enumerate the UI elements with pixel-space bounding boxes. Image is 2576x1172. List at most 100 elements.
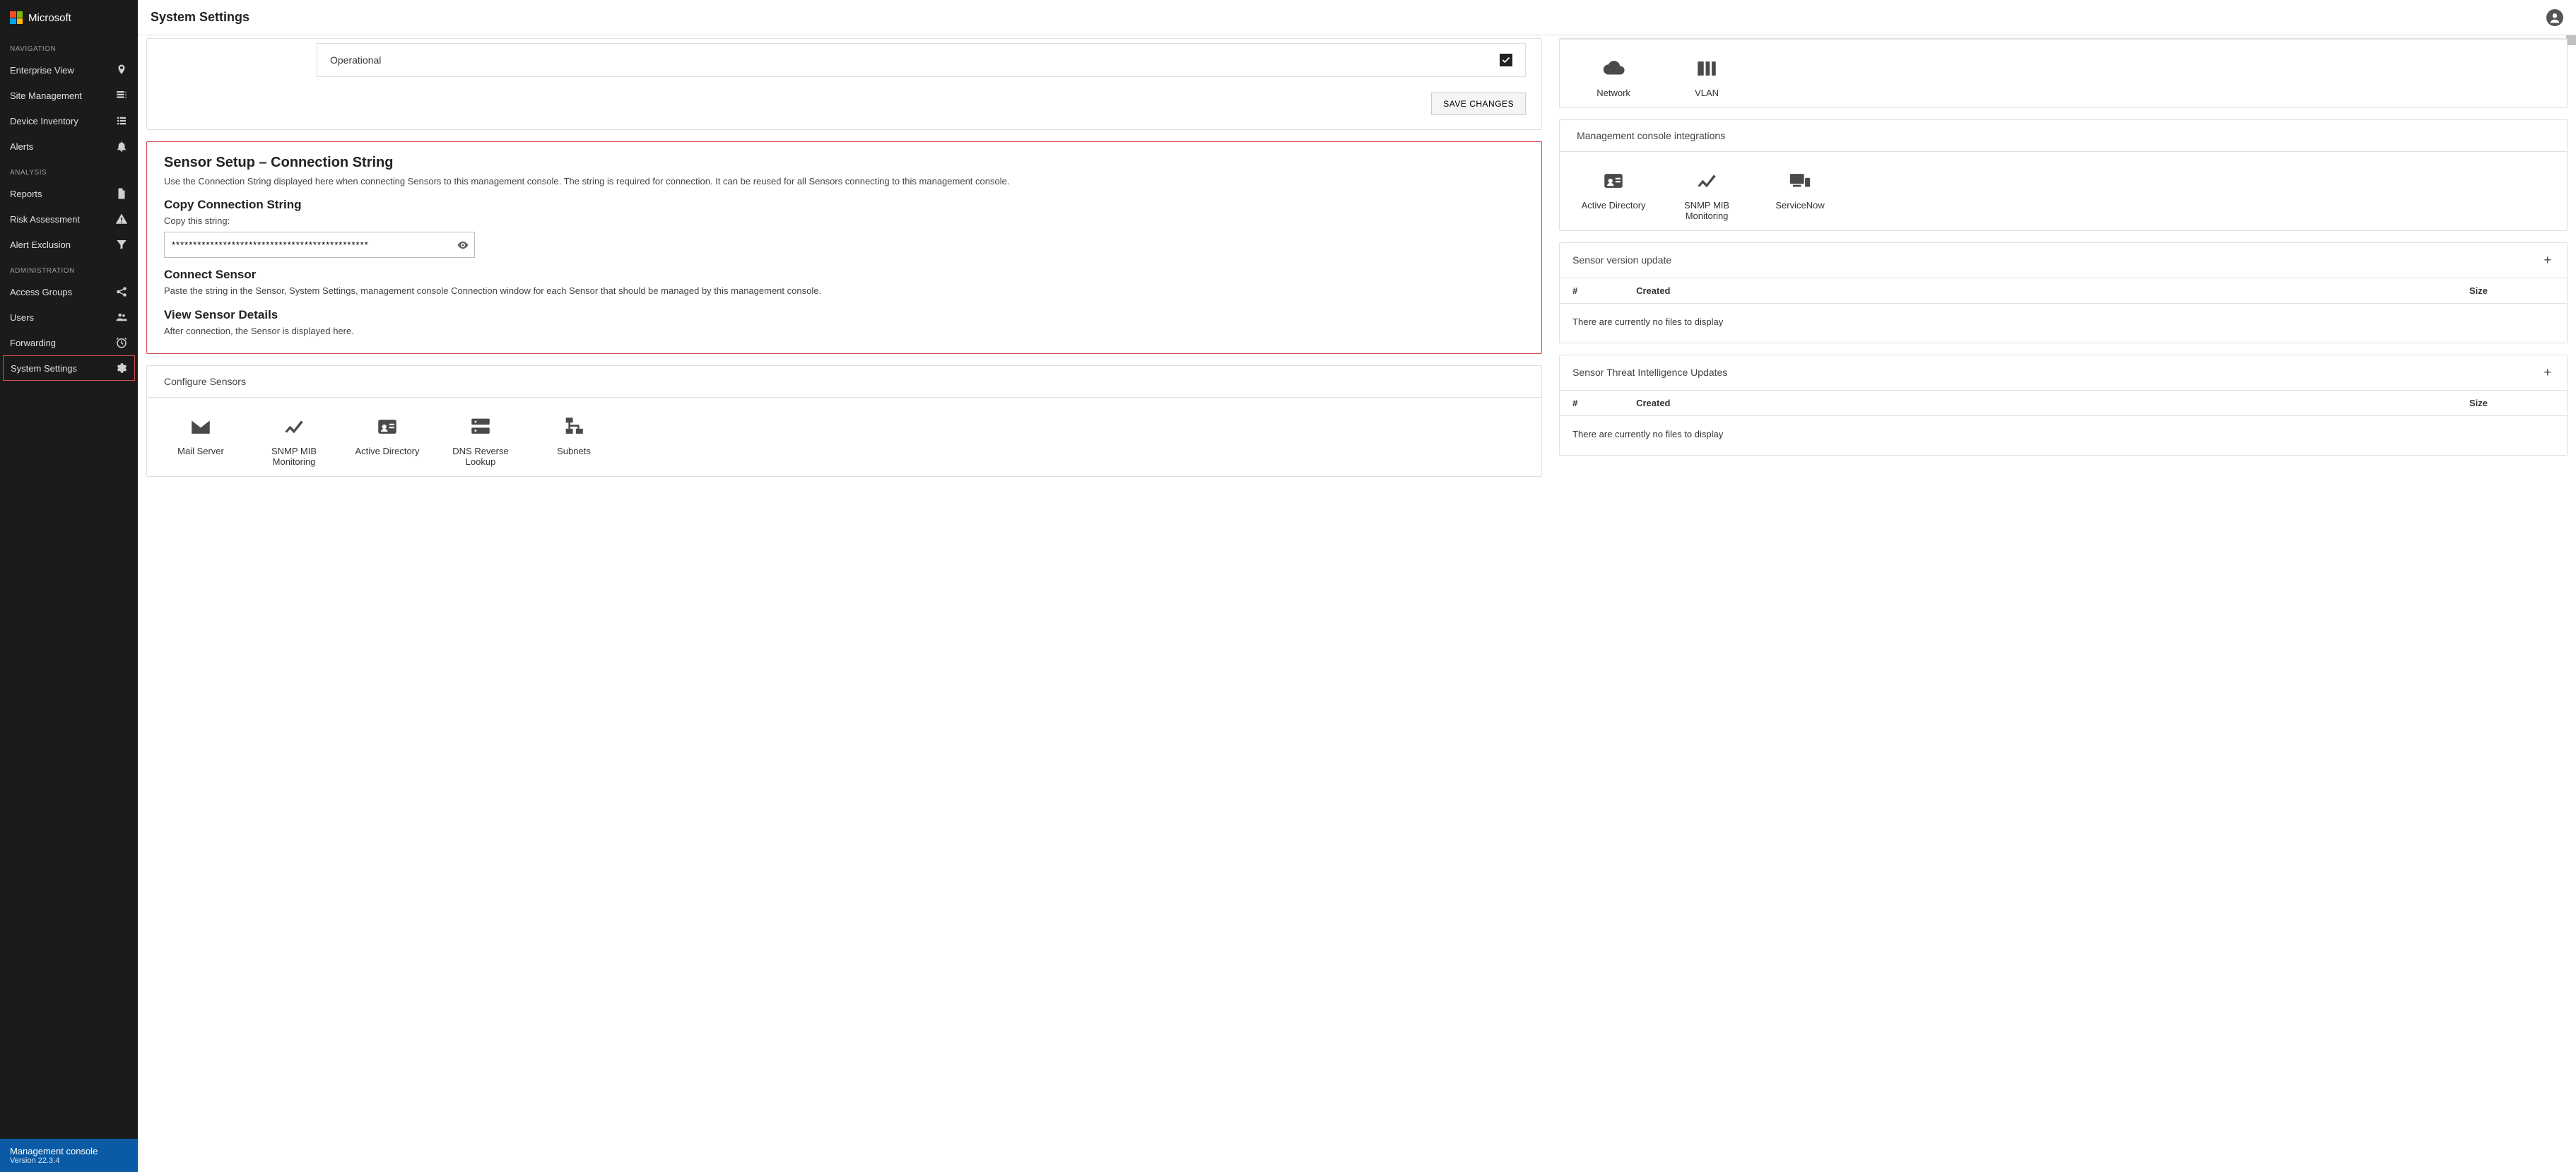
tile-subnets[interactable]: Subnets (527, 410, 621, 472)
mail-icon (185, 415, 216, 439)
eye-icon (457, 239, 469, 251)
add-threat-update-button[interactable]: + (2541, 365, 2554, 380)
tile-label: Active Directory (1582, 200, 1646, 211)
operational-checkbox[interactable] (1500, 54, 1512, 66)
sidebar-item-device-inventory[interactable]: Device Inventory (0, 108, 138, 134)
tile-vlan[interactable]: VLAN (1660, 52, 1753, 103)
scrollbar-thumb[interactable] (2566, 35, 2576, 45)
nav-label: Risk Assessment (10, 214, 80, 225)
panel-title: Sensor version update (1572, 254, 1671, 266)
sidebar-item-reports[interactable]: Reports (0, 181, 138, 206)
sidebar-item-site-management[interactable]: Site Management (0, 83, 138, 108)
card-sensor-version-update: Sensor version update + # Created Size T… (1559, 242, 2568, 343)
tile-dns-reverse-lookup[interactable]: DNS Reverse Lookup (434, 410, 527, 472)
sidebar-item-alerts[interactable]: Alerts (0, 134, 138, 159)
sensor-setup-title: Sensor Setup – Connection String (164, 155, 1524, 171)
table-header: # Created Size (1560, 278, 2567, 304)
sidebar-footer: Management console Version 22.3.4 (0, 1139, 138, 1172)
empty-message: There are currently no files to display (1560, 304, 2567, 343)
user-avatar[interactable] (2546, 9, 2563, 26)
footer-title: Management console (10, 1146, 128, 1156)
tile-mail-server[interactable]: Mail Server (154, 410, 247, 472)
sidebar-item-forwarding[interactable]: Forwarding (0, 330, 138, 355)
view-heading: View Sensor Details (164, 308, 1524, 322)
col-num: # (1572, 285, 1636, 296)
main: System Settings Operational (138, 0, 2576, 1172)
nav-label: Device Inventory (10, 116, 78, 126)
copy-heading: Copy Connection String (164, 198, 1524, 212)
check-icon (1501, 55, 1511, 65)
card-configure-sensors: Configure Sensors Mail Server SNMP MIB M… (146, 365, 1542, 477)
sidebar-item-risk-assessment[interactable]: Risk Assessment (0, 206, 138, 232)
filter-icon (115, 238, 128, 251)
col-created: Created (1636, 398, 2469, 408)
save-changes-button[interactable]: SAVE CHANGES (1431, 93, 1526, 115)
card-integrations: Management console integrations Active D… (1559, 119, 2568, 231)
page-title: System Settings (151, 10, 249, 25)
sidebar-item-access-groups[interactable]: Access Groups (0, 279, 138, 304)
nav-section-analysis: ANALYSIS (0, 159, 138, 181)
cloud-icon (1598, 57, 1629, 81)
gear-icon (114, 362, 127, 374)
copy-label: Copy this string: (164, 215, 1524, 227)
chart-icon (1691, 169, 1722, 193)
card-right-top: Network VLAN (1559, 38, 2568, 108)
empty-message: There are currently no files to display (1560, 416, 2567, 455)
tile-snmp-monitoring[interactable]: SNMP MIB Monitoring (247, 410, 341, 472)
clock-icon (115, 336, 128, 349)
view-text: After connection, the Sensor is displaye… (164, 325, 1524, 338)
tile-integ-active-directory[interactable]: Active Directory (1567, 165, 1660, 226)
card-threat-intel-updates: Sensor Threat Intelligence Updates + # C… (1559, 355, 2568, 456)
share-icon (115, 285, 128, 298)
col-num: # (1572, 398, 1636, 408)
footer-version: Version 22.3.4 (10, 1156, 128, 1165)
connect-text: Paste the string in the Sensor, System S… (164, 285, 1524, 297)
tile-network[interactable]: Network (1567, 52, 1660, 103)
nav-label: Site Management (10, 90, 82, 101)
nav-section-administration: ADMINISTRATION (0, 257, 138, 279)
col-size: Size (2469, 398, 2554, 408)
configure-sensors-title: Configure Sensors (147, 366, 1541, 397)
warning-icon (115, 213, 128, 225)
nav-label: Reports (10, 189, 42, 199)
content: Operational SAVE CHANGES Sensor Setup – … (138, 35, 2576, 1172)
nav-label: System Settings (11, 363, 77, 374)
tile-label: Network (1596, 88, 1630, 99)
tile-label: Subnets (557, 446, 591, 457)
nav-section-navigation: NAVIGATION (0, 35, 138, 57)
bell-icon (115, 140, 128, 153)
card-top-partial: Operational SAVE CHANGES (146, 38, 1542, 130)
tile-active-directory[interactable]: Active Directory (341, 410, 434, 472)
reveal-button[interactable] (457, 239, 469, 251)
tile-label: SNMP MIB Monitoring (250, 446, 338, 468)
sidebar-item-users[interactable]: Users (0, 304, 138, 330)
nav-label: Alerts (10, 141, 33, 152)
connection-string-input[interactable] (164, 232, 475, 258)
sidebar-item-alert-exclusion[interactable]: Alert Exclusion (0, 232, 138, 257)
chart-icon (278, 415, 310, 439)
devices-icon (1784, 169, 1816, 193)
tile-integ-snmp[interactable]: SNMP MIB Monitoring (1660, 165, 1753, 226)
tile-integ-servicenow[interactable]: ServiceNow (1753, 165, 1847, 226)
tile-label: ServiceNow (1775, 200, 1824, 211)
brand-name: Microsoft (28, 12, 71, 24)
tile-label: SNMP MIB Monitoring (1663, 200, 1751, 222)
nav-label: Forwarding (10, 338, 56, 348)
sidebar-item-system-settings[interactable]: System Settings (3, 355, 135, 381)
brand: Microsoft (0, 0, 138, 35)
operational-row: Operational (317, 43, 1526, 77)
add-version-button[interactable]: + (2541, 253, 2554, 268)
col-size: Size (2469, 285, 2554, 296)
sidebar: Microsoft NAVIGATION Enterprise View Sit… (0, 0, 138, 1172)
document-icon (115, 187, 128, 200)
nav-label: Users (10, 312, 34, 323)
group-icon (115, 311, 128, 324)
integrations-title: Management console integrations (1560, 120, 2567, 151)
vlan-icon (1691, 57, 1722, 81)
sidebar-item-enterprise-view[interactable]: Enterprise View (0, 57, 138, 83)
user-icon (2547, 10, 2563, 25)
sensor-setup-intro: Use the Connection String displayed here… (164, 175, 1524, 188)
tile-label: VLAN (1695, 88, 1719, 99)
operational-label: Operational (330, 54, 381, 66)
location-icon (115, 64, 128, 76)
